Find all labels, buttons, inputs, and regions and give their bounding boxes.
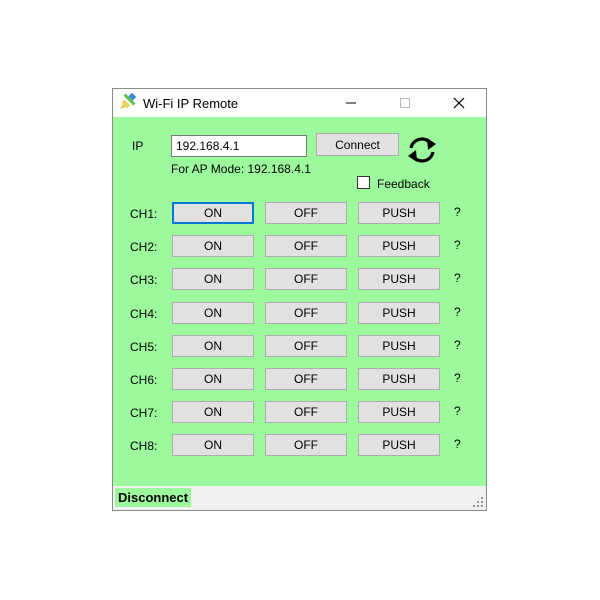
ip-label: IP [132, 139, 144, 153]
title-bar[interactable]: Wi-Fi IP Remote [113, 89, 486, 117]
channel-label: CH2: [130, 240, 158, 254]
channel-label: CH3: [130, 273, 158, 287]
ch5-push-button[interactable]: PUSH [358, 335, 440, 357]
ch2-status: ? [454, 238, 461, 252]
ch8-on-button[interactable]: ON [172, 434, 254, 456]
window-title: Wi-Fi IP Remote [143, 96, 239, 111]
connect-button[interactable]: Connect [316, 133, 399, 156]
channel-label: CH7: [130, 406, 158, 420]
ch8-status: ? [454, 437, 461, 451]
close-button[interactable] [436, 89, 482, 117]
ch5-on-button[interactable]: ON [172, 335, 254, 357]
ip-input[interactable] [171, 135, 307, 157]
channel-label: CH4: [130, 307, 158, 321]
ch3-push-button[interactable]: PUSH [358, 268, 440, 290]
channel-label: CH5: [130, 340, 158, 354]
ch1-status: ? [454, 205, 461, 219]
ch6-push-button[interactable]: PUSH [358, 368, 440, 390]
ch4-off-button[interactable]: OFF [265, 302, 347, 324]
feedback-checkbox[interactable] [357, 176, 370, 189]
ap-mode-text: For AP Mode: 192.168.4.1 [171, 162, 311, 176]
ch1-off-button[interactable]: OFF [265, 202, 347, 224]
ch2-push-button[interactable]: PUSH [358, 235, 440, 257]
ch4-status: ? [454, 305, 461, 319]
ch4-push-button[interactable]: PUSH [358, 302, 440, 324]
feedback-label[interactable]: Feedback [377, 177, 430, 191]
minimize-icon [346, 102, 356, 104]
ch6-off-button[interactable]: OFF [265, 368, 347, 390]
resize-grip-icon[interactable] [472, 496, 484, 508]
channel-label: CH8: [130, 439, 158, 453]
ch1-push-button[interactable]: PUSH [358, 202, 440, 224]
ch7-push-button[interactable]: PUSH [358, 401, 440, 423]
app-window: Wi-Fi IP Remote IP Connect For AP Mode: … [112, 88, 487, 511]
ch7-status: ? [454, 404, 461, 418]
ch4-on-button[interactable]: ON [172, 302, 254, 324]
refresh-icon[interactable] [405, 135, 439, 165]
maximize-icon [400, 98, 410, 108]
ch5-off-button[interactable]: OFF [265, 335, 347, 357]
minimize-button[interactable] [328, 89, 374, 117]
ch2-off-button[interactable]: OFF [265, 235, 347, 257]
ch3-on-button[interactable]: ON [172, 268, 254, 290]
channel-label: CH6: [130, 373, 158, 387]
main-panel: IP Connect For AP Mode: 192.168.4.1 Feed… [113, 117, 486, 486]
ch2-on-button[interactable]: ON [172, 235, 254, 257]
ch3-off-button[interactable]: OFF [265, 268, 347, 290]
close-icon [453, 97, 465, 109]
ch8-off-button[interactable]: OFF [265, 434, 347, 456]
ch3-status: ? [454, 271, 461, 285]
pencil-icon [120, 93, 137, 109]
ch7-on-button[interactable]: ON [172, 401, 254, 423]
ch8-push-button[interactable]: PUSH [358, 434, 440, 456]
ch7-off-button[interactable]: OFF [265, 401, 347, 423]
status-bar: Disconnect [113, 486, 486, 510]
connection-status: Disconnect [115, 488, 192, 507]
ch5-status: ? [454, 338, 461, 352]
maximize-button[interactable] [382, 89, 428, 117]
ch6-on-button[interactable]: ON [172, 368, 254, 390]
ch6-status: ? [454, 371, 461, 385]
channel-label: CH1: [130, 207, 158, 221]
ch1-on-button[interactable]: ON [172, 202, 254, 224]
